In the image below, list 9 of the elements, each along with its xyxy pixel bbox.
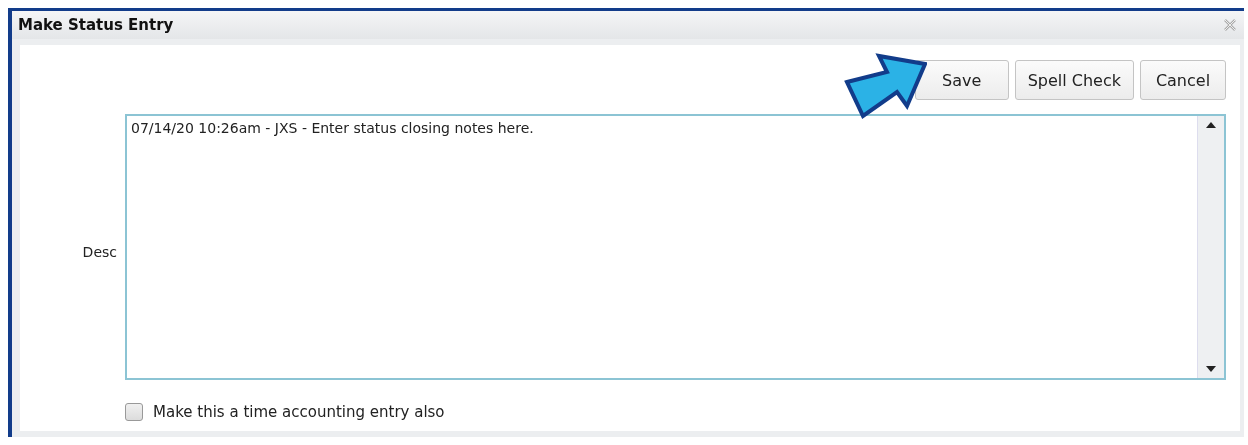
dialog-button[interactable]: Cancel bbox=[1140, 60, 1226, 100]
scroll-bar[interactable] bbox=[1197, 116, 1224, 378]
checkbox-label: Make this a time accounting entry also bbox=[153, 403, 445, 421]
checkbox[interactable] bbox=[125, 403, 143, 421]
close-icon[interactable] bbox=[1224, 19, 1236, 31]
dialog-button[interactable]: Spell Check bbox=[1014, 60, 1134, 100]
desc-label: Desc bbox=[82, 243, 117, 260]
dialog-button[interactable]: Save bbox=[914, 60, 1009, 100]
window-title: Make Status Entry bbox=[18, 16, 174, 34]
